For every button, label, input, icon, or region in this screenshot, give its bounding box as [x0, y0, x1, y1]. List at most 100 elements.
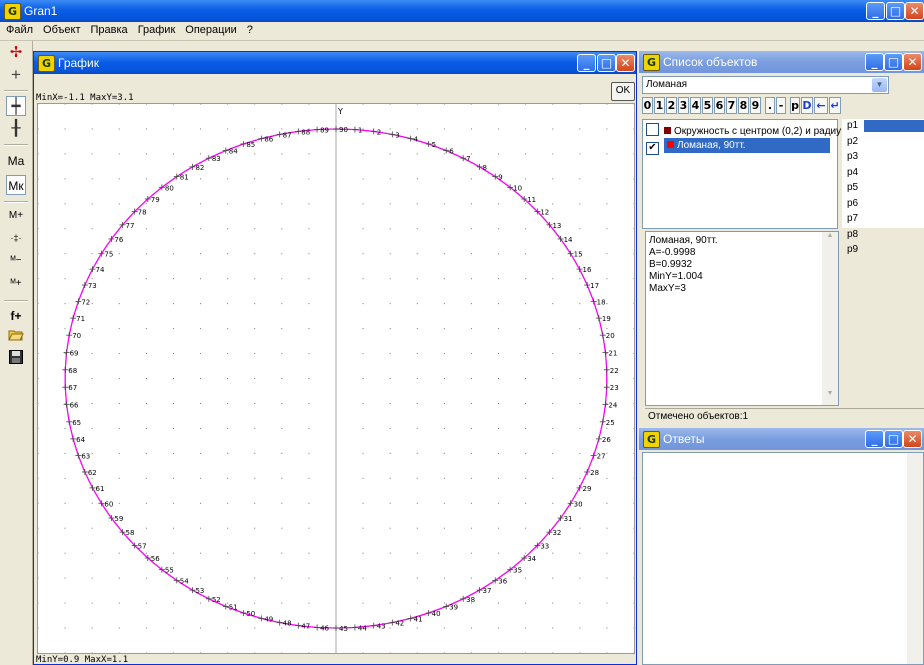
param-label[interactable]: p6: [847, 198, 858, 209]
answers-minimize-button[interactable]: _: [865, 430, 884, 448]
keypad-key[interactable]: ←: [814, 97, 828, 114]
menu-operations[interactable]: Операции: [179, 22, 240, 36]
keypad-key[interactable]: 8: [738, 97, 749, 114]
keypad-key[interactable]: 9: [750, 97, 761, 114]
grid-dot: [470, 353, 472, 355]
maximize-button[interactable]: □: [886, 2, 905, 20]
plot-canvas[interactable]: Y 1 2 3 4 5 6 7 8 9 10 11 12 13 14 15 16 17 18 19 20 21 22 23 24…: [37, 103, 635, 654]
answers-text-area[interactable]: [642, 452, 924, 665]
keypad-key[interactable]: D: [801, 97, 813, 114]
axes-tool-icon[interactable]: ┿: [6, 96, 26, 116]
status-bar: Отмечено объектов:1: [645, 408, 924, 425]
grid-dot: [443, 128, 445, 130]
save-disk-icon[interactable]: [6, 350, 26, 370]
grid-dot: [525, 402, 527, 404]
menu-graph[interactable]: График: [132, 22, 180, 36]
param-label[interactable]: p1: [847, 120, 858, 131]
menu-file[interactable]: Файл: [0, 22, 37, 36]
param-label[interactable]: p7: [847, 213, 858, 224]
grid-dot: [525, 527, 527, 529]
list-item[interactable]: Окружность с центром (0,2) и радиу: [646, 123, 841, 138]
param-label[interactable]: p8: [847, 229, 858, 240]
grid-dot: [633, 402, 634, 404]
scale-icon[interactable]: ·‡·: [6, 228, 26, 248]
objects-maximize-button[interactable]: □: [884, 53, 903, 71]
objects-close-button[interactable]: ✕: [903, 53, 922, 71]
param-label[interactable]: p2: [847, 136, 858, 147]
keypad-key[interactable]: p: [790, 97, 800, 114]
grid-dot: [416, 178, 418, 180]
menu-help[interactable]: ?: [241, 22, 257, 36]
point-label: 42: [395, 620, 404, 628]
graph-minimize-button[interactable]: _: [577, 54, 596, 72]
m-k-icon[interactable]: Mк: [6, 175, 26, 195]
menu-edit[interactable]: Правка: [85, 22, 132, 36]
grid-dot: [308, 353, 310, 355]
info-scrollbar[interactable]: ▲ ▼: [822, 232, 838, 405]
minimize-button[interactable]: _: [866, 2, 885, 20]
m-minus-icon[interactable]: ᴹ−: [6, 251, 26, 271]
param-label[interactable]: p4: [847, 167, 858, 178]
param-label[interactable]: p5: [847, 182, 858, 193]
graph-titlebar: G График _ □ ✕: [34, 52, 636, 74]
answers-close-button[interactable]: ✕: [903, 430, 922, 448]
grid-dot: [38, 303, 39, 305]
grid-dot: [389, 527, 391, 529]
keypad-key[interactable]: 1: [654, 97, 665, 114]
close-button[interactable]: ✕: [905, 2, 924, 20]
grid-dot: [633, 353, 634, 355]
m-plus2-icon[interactable]: ᴹ+: [6, 274, 26, 294]
grid-dot: [606, 253, 608, 255]
objects-list[interactable]: Окружность с центром (0,2) и радиу ✔ Лома…: [642, 119, 841, 229]
keypad-key[interactable]: 4: [690, 97, 701, 114]
keypad-key[interactable]: -: [776, 97, 786, 114]
keypad-key[interactable]: .: [765, 97, 775, 114]
keypad-key[interactable]: 5: [702, 97, 713, 114]
point-label: 88: [301, 128, 310, 136]
point-label: 44: [358, 624, 367, 632]
menu-object[interactable]: Объект: [37, 22, 84, 36]
chevron-down-icon[interactable]: ▼: [872, 78, 887, 92]
open-folder-icon[interactable]: [6, 328, 26, 348]
grid-dot: [579, 427, 581, 429]
keypad-key[interactable]: 6: [714, 97, 725, 114]
ok-button[interactable]: OK: [611, 82, 635, 101]
grid-dot: [227, 228, 229, 230]
point-label: 66: [70, 402, 79, 410]
graph-close-button[interactable]: ✕: [616, 54, 635, 72]
param-label[interactable]: p3: [847, 151, 858, 162]
m-a-icon[interactable]: Ma: [6, 151, 26, 171]
keypad-key[interactable]: 2: [666, 97, 677, 114]
object-checkbox[interactable]: [646, 123, 659, 136]
cross-tool-icon[interactable]: +: [6, 65, 26, 85]
keypad-key[interactable]: ↵: [829, 97, 841, 114]
grid-dot: [443, 153, 445, 155]
grid-dot: [498, 153, 500, 155]
grid-dot: [281, 427, 283, 429]
param-label[interactable]: p9: [847, 244, 858, 255]
point-label: 83: [212, 155, 221, 163]
keypad-key[interactable]: 3: [678, 97, 689, 114]
keypad-key[interactable]: 0: [642, 97, 653, 114]
answers-maximize-button[interactable]: □: [884, 430, 903, 448]
grid-dot: [227, 477, 229, 479]
grid-dot: [64, 402, 66, 404]
grid-dot: [38, 328, 39, 330]
f-plus-icon[interactable]: f+: [6, 306, 26, 326]
answers-scrollbar[interactable]: [907, 453, 923, 664]
point-label: 25: [606, 419, 615, 427]
object-checkbox-checked[interactable]: ✔: [646, 142, 659, 155]
list-item-selected[interactable]: ✔ Ломаная, 90тт.: [646, 138, 836, 155]
grid-dot: [606, 652, 608, 653]
grid-tool-icon[interactable]: ╂: [6, 119, 26, 139]
objects-minimize-button[interactable]: _: [865, 53, 884, 71]
grid-dot: [145, 104, 147, 105]
point-label: 3: [395, 131, 399, 139]
graph-maximize-button[interactable]: □: [597, 54, 616, 72]
keypad-key[interactable]: 7: [726, 97, 737, 114]
grid-dot: [200, 303, 202, 305]
object-type-select[interactable]: Ломаная ▼: [642, 76, 889, 94]
grid-dot: [443, 378, 445, 379]
m-plus-icon[interactable]: M+: [6, 206, 26, 226]
angle-tool-icon[interactable]: ✢: [6, 43, 26, 63]
